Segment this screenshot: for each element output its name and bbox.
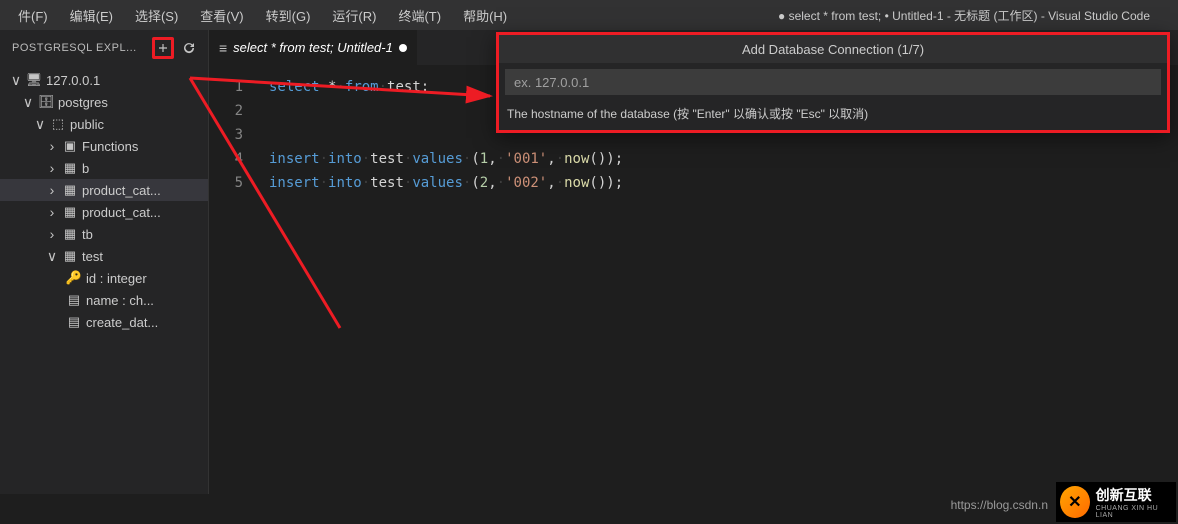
table-icon: ▦ — [60, 182, 80, 198]
status-url: https://blog.csdn.n — [951, 498, 1048, 512]
chevron-down-icon: ∨ — [20, 94, 36, 111]
tree-label: test — [80, 249, 103, 264]
menu-selection[interactable]: 选择(S) — [125, 2, 188, 29]
chevron-right-icon: › — [44, 204, 60, 220]
tree-table[interactable]: › ▦ product_cat... — [0, 201, 208, 223]
sidebar-header: POSTGRESQL EXPL... — [0, 30, 208, 65]
schema-icon: ⬚ — [48, 116, 68, 132]
tree-column[interactable]: ▤ name : ch... — [0, 289, 208, 311]
menu-items: 件(F) 编辑(E) 选择(S) 查看(V) 转到(G) 运行(R) 终端(T)… — [8, 2, 517, 29]
line-number: 5 — [209, 171, 243, 195]
refresh-icon — [182, 41, 196, 55]
chevron-right-icon: › — [44, 160, 60, 176]
tree-table[interactable]: › ▦ product_cat... — [0, 179, 208, 201]
tree-schema[interactable]: ∨ ⬚ public — [0, 113, 208, 135]
window-title: ● select * from test; • Untitled-1 - 无标题… — [778, 7, 1170, 24]
menu-bar: 件(F) 编辑(E) 选择(S) 查看(V) 转到(G) 运行(R) 终端(T)… — [0, 0, 1178, 30]
line-number: 3 — [209, 123, 243, 147]
folder-icon: ▣ — [60, 138, 80, 154]
tree-server[interactable]: ∨ 🖥 127.0.0.1 — [0, 69, 208, 91]
file-icon: ≡ — [219, 40, 227, 56]
menu-help[interactable]: 帮助(H) — [453, 2, 517, 29]
tree-table[interactable]: ∨ ▦ test — [0, 245, 208, 267]
tree-column-pk[interactable]: 🔑 id : integer — [0, 267, 208, 289]
tree-label: create_dat... — [84, 315, 158, 330]
hostname-input[interactable]: ex. 127.0.0.1 — [505, 69, 1161, 95]
dialog-title: Add Database Connection (1/7) — [499, 35, 1167, 63]
line-number: 1 — [209, 75, 243, 99]
editor-tab[interactable]: ≡ select * from test; Untitled-1 — [209, 30, 418, 65]
postgresql-explorer-sidebar: POSTGRESQL EXPL... ∨ 🖥 127.0.0.1 ∨ 🗄 pos… — [0, 30, 209, 494]
chevron-down-icon: ∨ — [8, 72, 24, 89]
tree-label: product_cat... — [80, 205, 161, 220]
chevron-down-icon: ∨ — [32, 116, 48, 133]
table-icon: ▦ — [60, 160, 80, 176]
dirty-indicator-icon — [399, 44, 407, 52]
logo-icon: ✕ — [1060, 486, 1090, 518]
tree-label: 127.0.0.1 — [44, 73, 100, 88]
chevron-right-icon: › — [44, 182, 60, 198]
tree-table[interactable]: › ▦ b — [0, 157, 208, 179]
menu-edit[interactable]: 编辑(E) — [60, 2, 123, 29]
database-icon: 🗄 — [36, 94, 56, 110]
column-icon: ▤ — [64, 292, 84, 308]
table-icon: ▦ — [60, 248, 80, 264]
plus-icon — [159, 41, 167, 55]
add-connection-button[interactable] — [152, 37, 174, 59]
sidebar-actions — [152, 37, 200, 59]
line-number: 4 — [209, 147, 243, 171]
tree-label: postgres — [56, 95, 108, 110]
menu-run[interactable]: 运行(R) — [322, 2, 386, 29]
column-icon: ▤ — [64, 314, 84, 330]
key-icon: 🔑 — [64, 270, 84, 286]
table-icon: ▦ — [60, 226, 80, 242]
add-connection-dialog: Add Database Connection (1/7) ex. 127.0.… — [496, 32, 1170, 133]
refresh-button[interactable] — [178, 37, 200, 59]
line-gutter: 1 2 3 4 5 — [209, 65, 257, 494]
tree-database[interactable]: ∨ 🗄 postgres — [0, 91, 208, 113]
tree-table[interactable]: › ▦ tb — [0, 223, 208, 245]
table-icon: ▦ — [60, 204, 80, 220]
chevron-down-icon: ∨ — [44, 248, 60, 265]
server-icon: 🖥 — [24, 72, 44, 88]
watermark-logo: ✕ 创新互联 CHUANG XIN HU LIAN — [1056, 482, 1176, 522]
sidebar-title: POSTGRESQL EXPL... — [12, 42, 137, 54]
tree-functions[interactable]: › ▣ Functions — [0, 135, 208, 157]
menu-view[interactable]: 查看(V) — [190, 2, 253, 29]
chevron-right-icon: › — [44, 138, 60, 154]
menu-go[interactable]: 转到(G) — [256, 2, 321, 29]
status-bar: https://blog.csdn.n — [951, 494, 1048, 516]
menu-file[interactable]: 件(F) — [8, 2, 58, 29]
logo-text: 创新互联 — [1096, 485, 1172, 505]
tree-label: id : integer — [84, 271, 147, 286]
chevron-right-icon: › — [44, 226, 60, 242]
tree-label: tb — [80, 227, 93, 242]
tree-column[interactable]: ▤ create_dat... — [0, 311, 208, 333]
tree-label: b — [80, 161, 89, 176]
tree-label: name : ch... — [84, 293, 154, 308]
tree-label: public — [68, 117, 104, 132]
menu-terminal[interactable]: 终端(T) — [388, 2, 451, 29]
tree-label: product_cat... — [80, 183, 161, 198]
line-number: 2 — [209, 99, 243, 123]
database-tree[interactable]: ∨ 🖥 127.0.0.1 ∨ 🗄 postgres ∨ ⬚ public › … — [0, 65, 208, 494]
tree-label: Functions — [80, 139, 138, 154]
logo-subtext: CHUANG XIN HU LIAN — [1096, 505, 1172, 519]
dialog-hint: The hostname of the database (按 "Enter" … — [499, 101, 1167, 130]
tab-title: select * from test; Untitled-1 — [233, 40, 393, 55]
